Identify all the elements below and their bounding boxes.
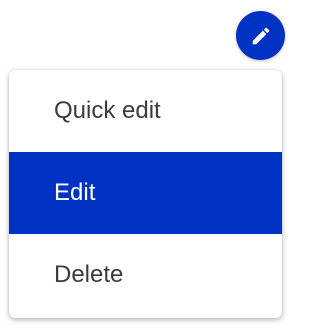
context-menu: Quick edit Edit Delete <box>9 70 282 318</box>
menu-item-label: Delete <box>54 261 124 288</box>
menu-item-label: Edit <box>54 179 96 206</box>
menu-item-label: Quick edit <box>54 97 161 124</box>
menu-item-delete[interactable]: Delete <box>9 234 282 316</box>
pencil-icon <box>250 25 272 47</box>
menu-item-quick-edit[interactable]: Quick edit <box>9 70 282 152</box>
menu-item-edit[interactable]: Edit <box>9 152 282 234</box>
edit-fab-button[interactable] <box>236 11 285 60</box>
